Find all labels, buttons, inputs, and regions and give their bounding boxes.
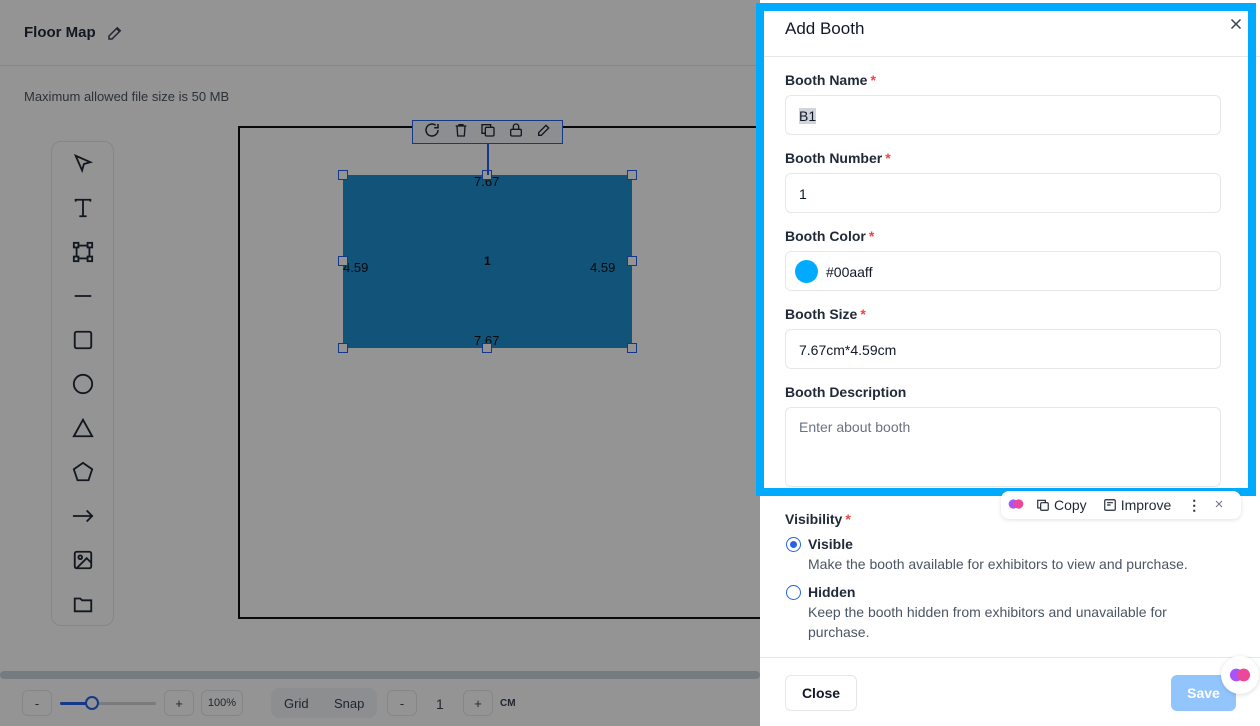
drawer-title: Add Booth <box>785 19 865 38</box>
booth-description-label: Booth Description <box>785 384 907 400</box>
visible-radio[interactable] <box>786 537 801 552</box>
add-booth-drawer: Add Booth Booth Name * B1 Booth Number * 1… <box>760 0 1260 726</box>
hidden-option-label[interactable]: Hidden <box>808 584 855 600</box>
brain-icon <box>1229 668 1251 682</box>
color-swatch[interactable] <box>795 260 818 283</box>
improve-icon <box>1103 499 1116 511</box>
booth-description-textarea[interactable]: Enter about booth <box>785 407 1221 487</box>
booth-number-label: Booth Number * <box>785 150 891 166</box>
close-icon[interactable] <box>1227 15 1245 33</box>
drawer-footer: Close Save <box>760 657 1260 726</box>
booth-size-field[interactable]: 7.67cm*4.59cm <box>785 329 1221 369</box>
visibility-label: Visibility * <box>785 511 851 527</box>
ai-assist-toolbar: Copy Improve ⋮ <box>1001 491 1241 519</box>
ai-improve-button[interactable]: Improve <box>1103 497 1171 513</box>
modal-backdrop[interactable] <box>0 0 760 726</box>
booth-name-label: Booth Name * <box>785 72 876 88</box>
drawer-header: Add Booth <box>760 0 1260 57</box>
ai-brain-icon[interactable] <box>1008 496 1024 515</box>
ai-close-icon[interactable] <box>1213 497 1225 513</box>
ai-copy-button[interactable]: Copy <box>1036 497 1087 513</box>
booth-color-field[interactable]: #00aaff <box>785 251 1221 291</box>
booth-number-field[interactable]: 1 <box>785 173 1221 213</box>
close-button[interactable]: Close <box>785 675 857 711</box>
ai-assistant-button[interactable] <box>1221 656 1259 694</box>
copy-icon <box>1037 499 1049 511</box>
more-options-icon[interactable]: ⋮ <box>1187 497 1201 514</box>
booth-size-label: Booth Size * <box>785 306 866 322</box>
visible-option-label[interactable]: Visible <box>808 536 853 552</box>
booth-name-field[interactable]: B1 <box>785 95 1221 135</box>
hidden-option-description: Keep the booth hidden from exhibitors an… <box>808 604 1167 640</box>
hidden-radio[interactable] <box>786 585 801 600</box>
booth-color-label: Booth Color * <box>785 228 875 244</box>
visible-option-description: Make the booth available for exhibitors … <box>808 556 1188 572</box>
